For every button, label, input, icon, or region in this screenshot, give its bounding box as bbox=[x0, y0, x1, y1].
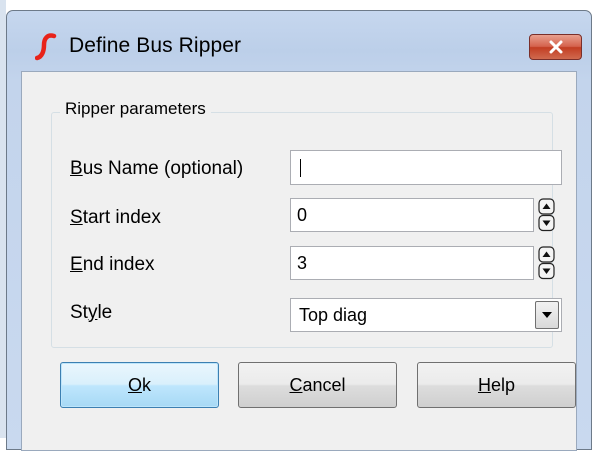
start-index-input[interactable]: 0 bbox=[290, 198, 534, 232]
dropdown-arrow-button[interactable] bbox=[535, 301, 559, 329]
text-caret bbox=[300, 159, 301, 177]
help-button[interactable]: Help bbox=[417, 362, 576, 408]
cancel-button[interactable]: Cancel bbox=[238, 362, 397, 408]
window-title: Define Bus Ripper bbox=[69, 34, 242, 57]
chevron-down-icon bbox=[542, 312, 552, 318]
bus-name-input[interactable] bbox=[290, 150, 562, 185]
style-selected-value: Top diag bbox=[299, 305, 368, 325]
close-button[interactable] bbox=[529, 34, 582, 60]
end-index-spinner-icon[interactable] bbox=[538, 246, 555, 280]
start-index-spinner-icon[interactable] bbox=[538, 198, 555, 232]
close-icon bbox=[549, 40, 562, 54]
style-label: Style bbox=[70, 302, 113, 323]
dialog-window: Define Bus Ripper Ripper parameters Bus … bbox=[6, 10, 592, 451]
ok-button[interactable]: Ok bbox=[60, 362, 219, 408]
title-bar[interactable]: Define Bus Ripper bbox=[7, 11, 591, 63]
app-logo-icon bbox=[35, 33, 57, 61]
group-title: Ripper parameters bbox=[60, 99, 211, 119]
dialog-body: Ripper parameters Bus Name (optional) St… bbox=[21, 71, 577, 451]
end-index-input[interactable]: 3 bbox=[290, 246, 534, 280]
end-index-label: End index bbox=[70, 254, 155, 275]
start-index-label: Start index bbox=[70, 207, 161, 228]
style-dropdown[interactable]: Top diag bbox=[290, 298, 562, 332]
bus-name-label: Bus Name (optional) bbox=[70, 158, 244, 179]
